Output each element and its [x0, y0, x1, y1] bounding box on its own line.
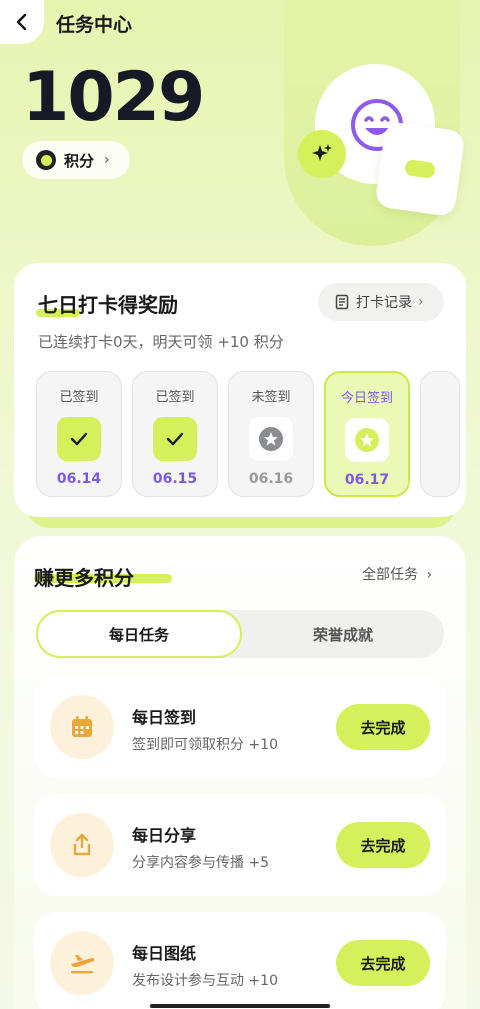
share-icon [50, 813, 114, 877]
task-desc: 分享内容参与传播 +5 [132, 855, 270, 871]
day-status: 已签到 [155, 390, 195, 405]
home-indicator [150, 1004, 330, 1008]
checkin-record-label: 打卡记录 [356, 295, 412, 311]
checkin-day[interactable]: 已签到 06.15 [132, 371, 218, 497]
checkin-card: 七日打卡得奖励 打卡记录 › 已连续打卡0天，明天可领 +10 积分 已签到 0… [14, 263, 466, 517]
chevron-right-icon: › [104, 152, 110, 168]
task-go-button[interactable]: 去完成 [336, 940, 430, 986]
star-coin-icon [249, 417, 293, 461]
all-tasks-label: 全部任务 [362, 567, 418, 583]
chevron-right-icon: › [418, 294, 424, 310]
earn-title: 赚更多积分 [34, 566, 134, 590]
task-name: 每日签到 [132, 708, 197, 727]
day-status: 今日签到 [340, 391, 393, 406]
sparkle-button[interactable] [298, 130, 346, 178]
checkin-day-today[interactable]: 今日签到 06.17 [324, 371, 410, 497]
tab-daily[interactable]: 每日任务 [36, 610, 242, 658]
checkin-day[interactable] [420, 371, 460, 497]
back-button[interactable] [0, 0, 44, 44]
tag-card-decoration [374, 120, 466, 218]
checkin-day[interactable]: 未签到 06.16 [228, 371, 314, 497]
points-value: 1029 [22, 58, 205, 137]
task-card: 每日分享 分享内容参与传播 +5 去完成 [34, 794, 446, 896]
points-button[interactable]: 积分 › [22, 141, 130, 179]
task-go-button[interactable]: 去完成 [336, 704, 430, 750]
task-desc: 发布设计参与互动 +10 [132, 973, 278, 989]
sparkle-icon [312, 144, 332, 161]
check-icon [153, 417, 197, 461]
task-card: 每日图纸 发布设计参与互动 +10 去完成 [34, 912, 446, 1009]
checkin-record-button[interactable]: 打卡记录 › [318, 283, 444, 321]
chevron-right-icon: › [426, 567, 433, 583]
day-date: 06.16 [248, 471, 294, 487]
checkin-day[interactable]: 已签到 06.14 [36, 371, 122, 497]
star-coin-icon [345, 418, 389, 462]
task-go-button[interactable]: 去完成 [336, 822, 430, 868]
day-status: 已签到 [59, 390, 99, 405]
task-card: 每日签到 签到即可领取积分 +10 去完成 [34, 676, 446, 778]
day-date: 06.15 [152, 471, 198, 487]
checkin-days: 已签到 06.14 已签到 06.15 未签到 06.16 今日签到 06.17 [36, 371, 466, 497]
plane-icon [50, 931, 114, 995]
tasks-panel: 赚更多积分 全部任务 › 每日任务 荣誉成就 每日签到 签到即可领取积分 +10… [14, 536, 466, 1009]
task-name: 每日图纸 [132, 944, 197, 963]
page-title: 任务中心 [56, 14, 133, 36]
task-tabs: 每日任务 荣誉成就 [36, 610, 444, 658]
checkin-title: 七日打卡得奖励 [38, 293, 178, 317]
day-status: 未签到 [251, 390, 291, 405]
day-date: 06.14 [56, 471, 102, 487]
all-tasks-link[interactable]: 全部任务 › [362, 564, 432, 584]
day-date: 06.17 [344, 472, 390, 488]
task-desc: 签到即可领取积分 +10 [132, 737, 278, 753]
tab-achievements[interactable]: 荣誉成就 [242, 610, 444, 658]
document-icon [335, 294, 349, 310]
task-name: 每日分享 [132, 826, 197, 845]
chevron-left-icon [16, 13, 27, 31]
check-icon [57, 417, 101, 461]
calendar-icon [50, 695, 114, 759]
coin-icon [36, 150, 56, 170]
checkin-subtitle: 已连续打卡0天，明天可领 +10 积分 [38, 333, 284, 351]
points-label: 积分 [64, 151, 95, 170]
